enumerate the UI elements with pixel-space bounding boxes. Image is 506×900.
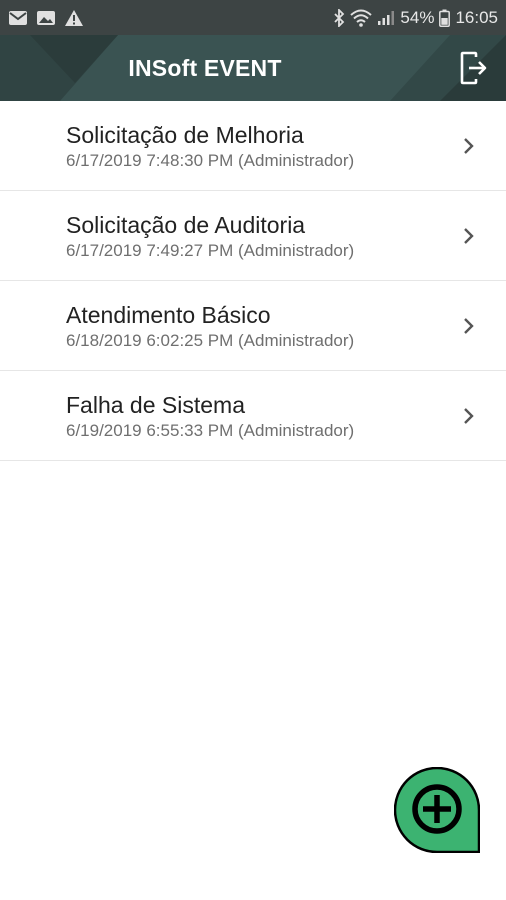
list-item[interactable]: Falha de Sistema 6/19/2019 6:55:33 PM (A… [0, 371, 506, 461]
wifi-icon [350, 9, 373, 27]
list-item[interactable]: Solicitação de Auditoria 6/17/2019 7:49:… [0, 191, 506, 281]
app-title: INSoft EVENT [128, 54, 282, 81]
chevron-right-icon [464, 228, 474, 244]
status-right: 54% 16:05 [333, 8, 498, 28]
event-title: Falha de Sistema [66, 392, 245, 418]
warning-icon [64, 9, 84, 27]
logout-icon [460, 51, 487, 85]
image-icon [36, 10, 56, 26]
status-left [8, 9, 84, 27]
signal-icon [377, 10, 395, 26]
battery-icon [439, 9, 451, 27]
app-bar: INSoft EVENT [0, 35, 506, 101]
list-item[interactable]: Solicitação de Melhoria 6/17/2019 7:48:3… [0, 101, 506, 191]
bluetooth-icon [333, 8, 345, 27]
event-subtitle: 6/18/2019 6:02:25 PM (Administrador) [66, 331, 355, 350]
status-bar: 54% 16:05 [0, 0, 506, 35]
event-subtitle: 6/17/2019 7:48:30 PM (Administrador) [66, 151, 355, 170]
event-subtitle: 6/17/2019 7:49:27 PM (Administrador) [66, 241, 355, 260]
event-list: Solicitação de Melhoria 6/17/2019 7:48:3… [0, 101, 506, 461]
event-title: Solicitação de Auditoria [66, 212, 306, 238]
logout-button[interactable] [456, 50, 492, 86]
clock: 16:05 [455, 7, 498, 27]
event-title: Atendimento Básico [66, 302, 271, 328]
chevron-right-icon [464, 318, 474, 334]
add-icon [393, 766, 481, 854]
add-event-button[interactable] [393, 766, 481, 854]
chevron-right-icon [464, 138, 474, 154]
event-title: Solicitação de Melhoria [66, 122, 304, 148]
mail-icon [8, 10, 28, 26]
event-subtitle: 6/19/2019 6:55:33 PM (Administrador) [66, 421, 355, 440]
chevron-right-icon [464, 408, 474, 424]
list-item[interactable]: Atendimento Básico 6/18/2019 6:02:25 PM … [0, 281, 506, 371]
battery-percent: 54% [400, 7, 435, 27]
